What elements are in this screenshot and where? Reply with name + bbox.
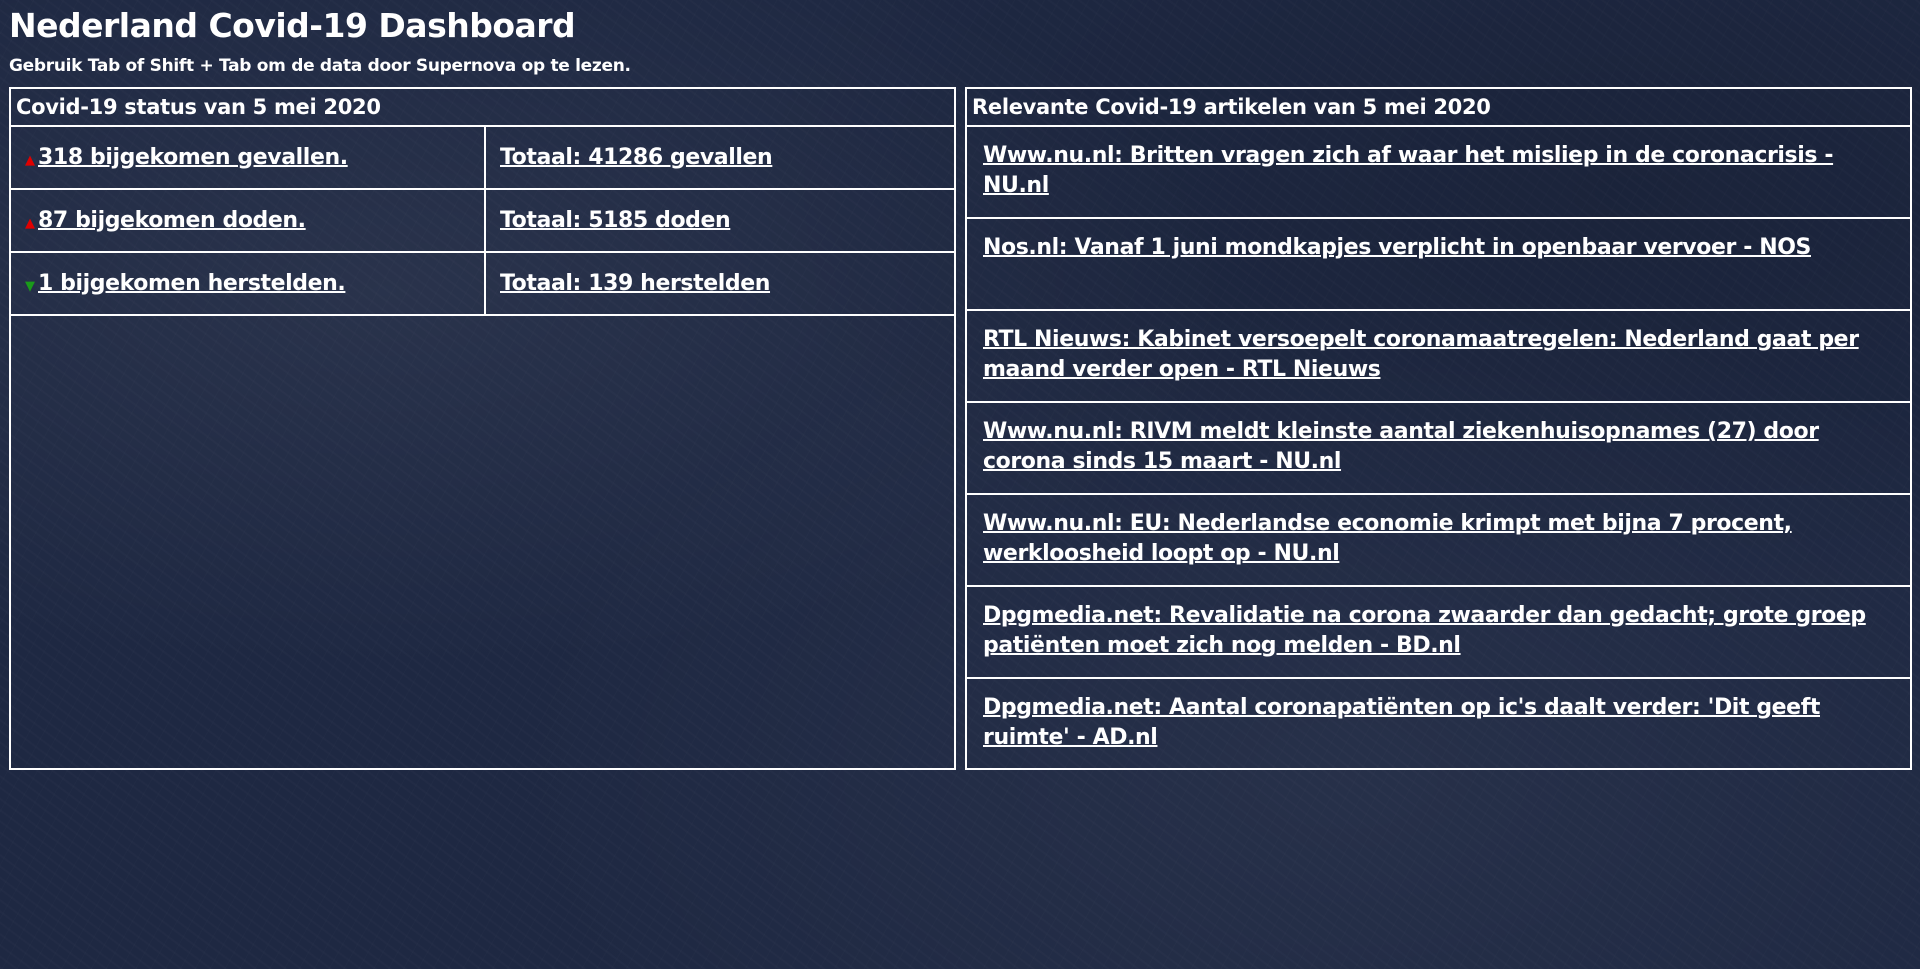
article-link[interactable]: Www.nu.nl: RIVM meldt kleinste aantal zi… [983, 419, 1819, 474]
total-cases-link[interactable]: Totaal: 41286 gevallen [500, 145, 773, 170]
new-deaths-link[interactable]: ▲ 87 bijgekomen doden. [25, 208, 306, 233]
total-recovered-link[interactable]: Totaal: 139 herstelden [500, 271, 770, 296]
status-panel: Covid-19 status van 5 mei 2020 ▲ 318 bijg… [9, 87, 956, 770]
article-link[interactable]: RTL Nieuws: Kabinet versoepelt coronamaa… [983, 327, 1859, 382]
article-item: Www.nu.nl: Britten vragen zich af waar h… [967, 127, 1910, 219]
article-item: RTL Nieuws: Kabinet versoepelt coronamaa… [967, 311, 1910, 403]
arrow-up-icon: ▲ [25, 216, 35, 231]
status-row-cases: ▲ 318 bijgekomen gevallen. Totaal: 41286 … [11, 127, 954, 190]
status-heading: Covid-19 status van 5 mei 2020 [11, 89, 954, 127]
article-link[interactable]: Dpgmedia.net: Aantal coronapatiënten op … [983, 695, 1820, 750]
page-subtitle: Gebruik Tab of Shift + Tab om de data do… [9, 56, 631, 76]
articles-heading: Relevante Covid-19 artikelen van 5 mei 2… [967, 89, 1910, 127]
article-item: Dpgmedia.net: Revalidatie na corona zwaa… [967, 587, 1910, 679]
arrow-up-icon: ▲ [25, 153, 35, 168]
article-item: Www.nu.nl: EU: Nederlandse economie krim… [967, 495, 1910, 587]
status-row-recovered: ▼ 1 bijgekomen herstelden. Totaal: 139 he… [11, 253, 954, 316]
article-item: Dpgmedia.net: Aantal coronapatiënten op … [967, 679, 1910, 771]
article-link[interactable]: Nos.nl: Vanaf 1 juni mondkapjes verplich… [983, 235, 1811, 260]
article-link[interactable]: Www.nu.nl: Britten vragen zich af waar h… [983, 143, 1833, 198]
arrow-down-icon: ▼ [25, 279, 35, 294]
page-title: Nederland Covid-19 Dashboard [9, 6, 576, 45]
new-recovered-link[interactable]: ▼ 1 bijgekomen herstelden. [25, 271, 346, 296]
total-deaths-link[interactable]: Totaal: 5185 doden [500, 208, 731, 233]
article-item: Www.nu.nl: RIVM meldt kleinste aantal zi… [967, 403, 1910, 495]
article-link[interactable]: Dpgmedia.net: Revalidatie na corona zwaa… [983, 603, 1866, 658]
new-cases-link[interactable]: ▲ 318 bijgekomen gevallen. [25, 145, 348, 170]
article-link[interactable]: Www.nu.nl: EU: Nederlandse economie krim… [983, 511, 1792, 566]
articles-panel: Relevante Covid-19 artikelen van 5 mei 2… [965, 87, 1912, 770]
article-item: Nos.nl: Vanaf 1 juni mondkapjes verplich… [967, 219, 1910, 311]
status-row-deaths: ▲ 87 bijgekomen doden. Totaal: 5185 doden [11, 190, 954, 253]
